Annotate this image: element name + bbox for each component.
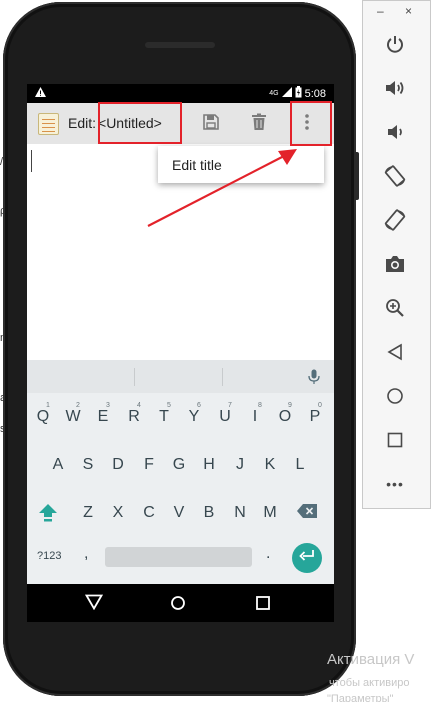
annotation-arrow: [147, 149, 297, 227]
activation-watermark-text: "Параметры": [327, 693, 394, 702]
activation-watermark-title: Активация V: [327, 651, 415, 668]
activation-watermark-text: чтобы активиро: [329, 677, 410, 689]
screenshot-root: / ρ m a s 4G 5:08: [0, 0, 435, 702]
